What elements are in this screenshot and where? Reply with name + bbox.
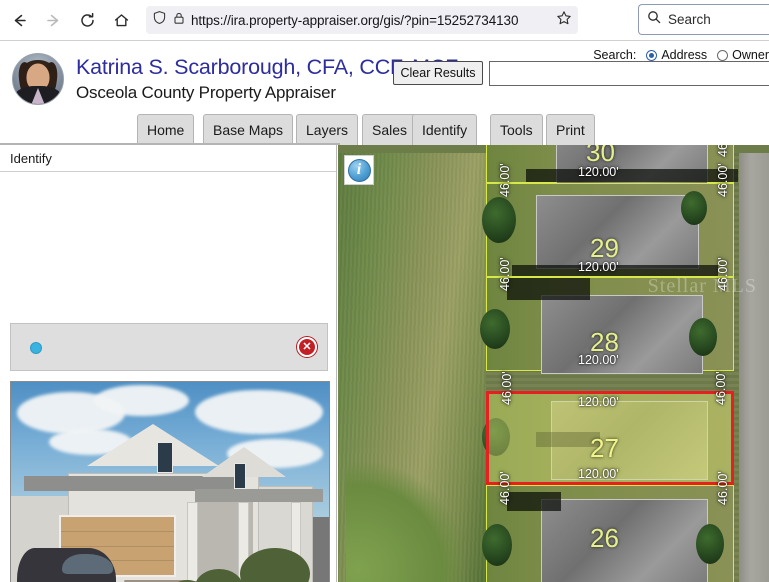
browser-search-placeholder: Search [668, 12, 711, 27]
panel-divider [0, 171, 336, 172]
radio-owner[interactable] [717, 49, 729, 61]
tab-identify[interactable]: Identify [412, 114, 478, 145]
home-icon [114, 13, 128, 26]
back-arrow-icon [14, 14, 26, 26]
cloud [93, 384, 190, 416]
map-dim-30-right: 46.00' [716, 145, 730, 157]
map-dim-29-left: 46.00' [498, 163, 512, 197]
blue-dot-icon [31, 343, 41, 353]
map-road [739, 145, 769, 582]
radio-owner-label[interactable]: Owner [732, 48, 769, 62]
address-bar[interactable]: https://ira.property-appraiser.org/gis/?… [146, 6, 578, 34]
search-label: Search: [593, 48, 637, 62]
identify-panel: Identify ✕ [0, 145, 337, 582]
identify-panel-title: Identify [10, 151, 52, 166]
search-input[interactable] [489, 61, 769, 86]
map-dim-28-bottom: 120.00' [578, 353, 619, 367]
home-button[interactable] [106, 5, 136, 35]
map-fairway [346, 462, 466, 582]
map-dim-28-left: 46.00' [498, 257, 512, 291]
map-dim-26-left: 46.00' [498, 471, 512, 505]
lock-icon[interactable] [172, 11, 186, 30]
info-glyph: i [347, 158, 371, 182]
url-text[interactable]: https://ira.property-appraiser.org/gis/?… [191, 13, 552, 28]
map-dim-29-right: 46.00' [716, 163, 730, 197]
page-subtitle: Osceola County Property Appraiser [76, 83, 336, 102]
map-dim-27-right: 46.00' [714, 371, 728, 405]
gable-window [233, 462, 247, 489]
map-dim-27-top: 120.00' [578, 395, 619, 409]
forward-arrow-icon [46, 14, 58, 26]
reload-icon [80, 12, 94, 27]
reload-button[interactable] [72, 5, 102, 35]
tab-sales[interactable]: Sales [362, 114, 418, 145]
browser-search-box[interactable]: Search [638, 4, 769, 35]
tab-tools[interactable]: Tools [490, 114, 543, 145]
site-header: Katrina S. Scarborough, CFA, CCF, MCF Os… [0, 41, 769, 112]
map-dim-30-bottom: 120.00' [578, 165, 619, 179]
gis-map[interactable]: 30 120.00' 46.00' 29 120.00' 46.00' 46.0… [338, 145, 769, 582]
map-parcel-label-27: 27 [590, 433, 619, 463]
radio-address-label[interactable]: Address [661, 48, 707, 62]
map-parcel-label-26: 26 [590, 523, 619, 553]
porch-column [187, 501, 198, 582]
avatar [12, 53, 64, 105]
radio-address[interactable] [646, 49, 658, 61]
map-dim-26-right: 46.00' [716, 471, 730, 505]
map-dim-27-bottom: 120.00' [578, 467, 619, 481]
main-tabstrip: Home Base Maps Layers Sales Identify Too… [0, 112, 769, 146]
tab-base-maps[interactable]: Base Maps [203, 114, 294, 145]
roof-edge [195, 488, 323, 502]
info-identify-icon[interactable]: i [344, 155, 374, 185]
tab-layers[interactable]: Layers [296, 114, 359, 145]
clear-results-button[interactable]: Clear Results [393, 61, 483, 85]
tab-print[interactable]: Print [546, 114, 595, 145]
remove-result-icon[interactable]: ✕ [297, 337, 317, 357]
tab-home[interactable]: Home [137, 114, 195, 145]
identify-result-row[interactable]: ✕ [10, 323, 328, 371]
roof-gable [87, 423, 220, 466]
browser-toolbar: https://ira.property-appraiser.org/gis/?… [0, 0, 769, 41]
map-dim-29-bottom: 120.00' [578, 260, 619, 274]
map-watermark: Stellar MLS [647, 275, 757, 297]
shield-icon[interactable] [152, 10, 167, 30]
forward-button[interactable] [38, 5, 68, 35]
map-dim-27-left: 46.00' [500, 371, 514, 405]
magnifier-icon [647, 10, 661, 29]
gable-window [157, 441, 174, 473]
star-icon[interactable] [556, 10, 572, 31]
property-photo: 2188 ANTILLES CLUB DR 152527341300010270… [10, 381, 330, 582]
back-button[interactable] [4, 5, 34, 35]
